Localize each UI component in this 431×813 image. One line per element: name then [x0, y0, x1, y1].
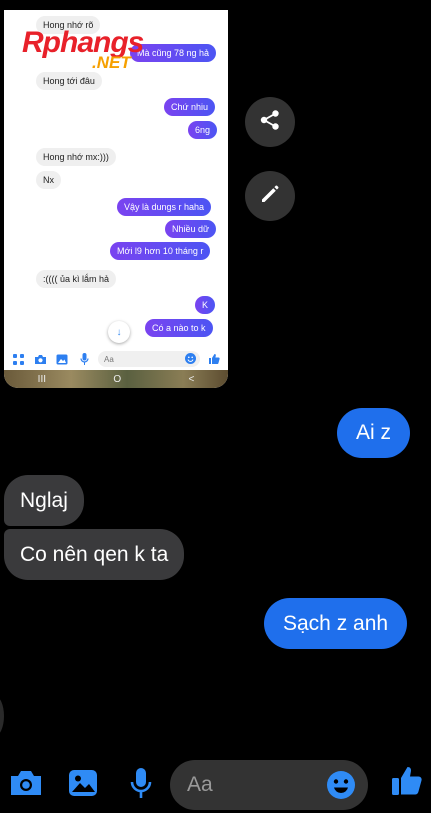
edit-button[interactable]: [245, 171, 295, 221]
screenshot-message: Vậy là dungs r haha: [117, 198, 212, 216]
incoming-message-bubble[interactable]: Nglaj: [4, 475, 84, 526]
camera-icon: [32, 351, 48, 367]
gallery-button[interactable]: [66, 768, 100, 802]
screenshot-message: Nx: [36, 171, 61, 189]
home-icon: O: [113, 373, 122, 385]
thumbs-up-icon: [391, 765, 423, 802]
image-icon: [54, 351, 70, 367]
outgoing-message-bubble[interactable]: Ai z: [337, 408, 411, 458]
emoji-icon: [185, 352, 196, 366]
screenshot-composer-bar: Aa: [4, 348, 228, 370]
apps-grid-icon: [10, 351, 26, 367]
screenshot-message: Hong tới đâu: [36, 72, 102, 90]
camera-button[interactable]: [9, 768, 43, 802]
screenshot-system-nav: III O <: [4, 370, 228, 388]
message-composer: Aa: [0, 754, 431, 813]
back-icon: <: [188, 373, 195, 385]
outgoing-message-bubble[interactable]: Sạch z anh: [264, 598, 408, 649]
edit-pencil-icon: [259, 183, 281, 210]
camera-icon: [9, 769, 43, 802]
message-input[interactable]: Aa: [170, 760, 368, 810]
image-icon: [68, 769, 98, 802]
scroll-down-arrow-icon: ↓: [108, 321, 130, 343]
incoming-message-bubble[interactable]: Co nên qen k ta: [4, 529, 185, 580]
screenshot-message-field: Aa: [98, 351, 200, 367]
shared-screenshot-image[interactable]: Hong nhớ rõ Mà cũng 78 ng hả Hong tới đâ…: [4, 10, 228, 388]
watermark-logo: Rphangs .NET: [22, 26, 144, 72]
voice-button[interactable]: [124, 767, 158, 803]
microphone-icon: [76, 351, 92, 367]
thumbs-up-icon: [206, 351, 222, 367]
screenshot-message: Có a nào to k: [145, 319, 213, 337]
screenshot-message: K: [195, 296, 216, 314]
share-button[interactable]: [245, 97, 295, 147]
microphone-icon: [130, 767, 152, 803]
screenshot-message: Nhiều dữ: [165, 220, 217, 238]
screenshot-message: Chứ nhiu: [164, 98, 216, 116]
share-icon: [259, 109, 281, 136]
screenshot-message: 6ng: [188, 121, 218, 139]
screenshot-message: Mới l9 hơn 10 tháng r: [110, 242, 211, 260]
partial-offscreen-element: [0, 696, 4, 736]
recent-apps-icon: III: [37, 373, 47, 385]
screenshot-message: :(((( ủa kì lắm hả: [36, 270, 117, 288]
emoji-icon[interactable]: [326, 770, 356, 805]
screenshot-message: Hong nhớ mx:))): [36, 148, 116, 166]
like-button[interactable]: [390, 766, 424, 800]
